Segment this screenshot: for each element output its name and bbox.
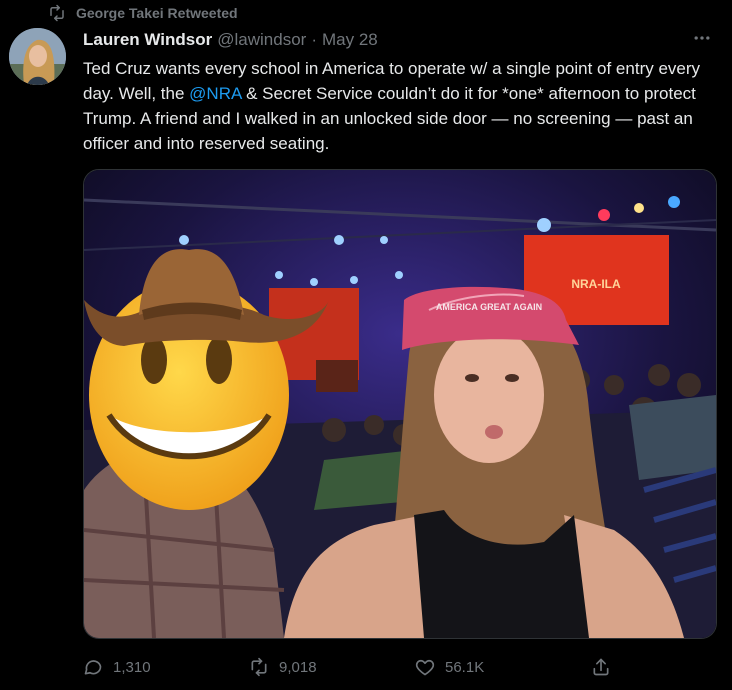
- tweet-text: Ted Cruz wants every school in America t…: [83, 56, 715, 156]
- tweet-date[interactable]: May 28: [322, 30, 378, 50]
- retweet-banner[interactable]: George Takei Retweeted: [48, 3, 238, 23]
- tweet-header: Lauren Windsor @lawindsor · May 28: [83, 30, 672, 50]
- like-button[interactable]: 56.1K: [415, 657, 591, 677]
- action-bar: 1,310 9,018 56.1K: [83, 652, 623, 682]
- share-button[interactable]: [591, 657, 611, 677]
- retweet-icon: [50, 4, 64, 22]
- reply-count: 1,310: [113, 658, 151, 676]
- tweet-photo[interactable]: NRA-ILA AMERICA GREAT AGAIN: [83, 169, 717, 639]
- separator-dot: ·: [311, 30, 317, 49]
- share-icon: [593, 658, 609, 676]
- retweet-icon: [251, 657, 267, 677]
- retweet-count: 9,018: [279, 658, 317, 676]
- author-name[interactable]: Lauren Windsor: [83, 30, 212, 50]
- cap-text: AMERICA GREAT AGAIN: [436, 302, 542, 312]
- avatar[interactable]: [9, 28, 66, 85]
- author-handle[interactable]: @lawindsor: [217, 30, 306, 50]
- retweet-banner-text: George Takei Retweeted: [76, 5, 238, 21]
- reply-button[interactable]: 1,310: [83, 657, 249, 677]
- more-icon[interactable]: [692, 28, 712, 54]
- screen-text: NRA-ILA: [571, 277, 621, 291]
- retweet-button[interactable]: 9,018: [249, 657, 415, 677]
- mention-link[interactable]: @NRA: [189, 84, 241, 103]
- like-count: 56.1K: [445, 658, 485, 676]
- heart-icon: [415, 659, 435, 676]
- reply-icon: [84, 660, 102, 675]
